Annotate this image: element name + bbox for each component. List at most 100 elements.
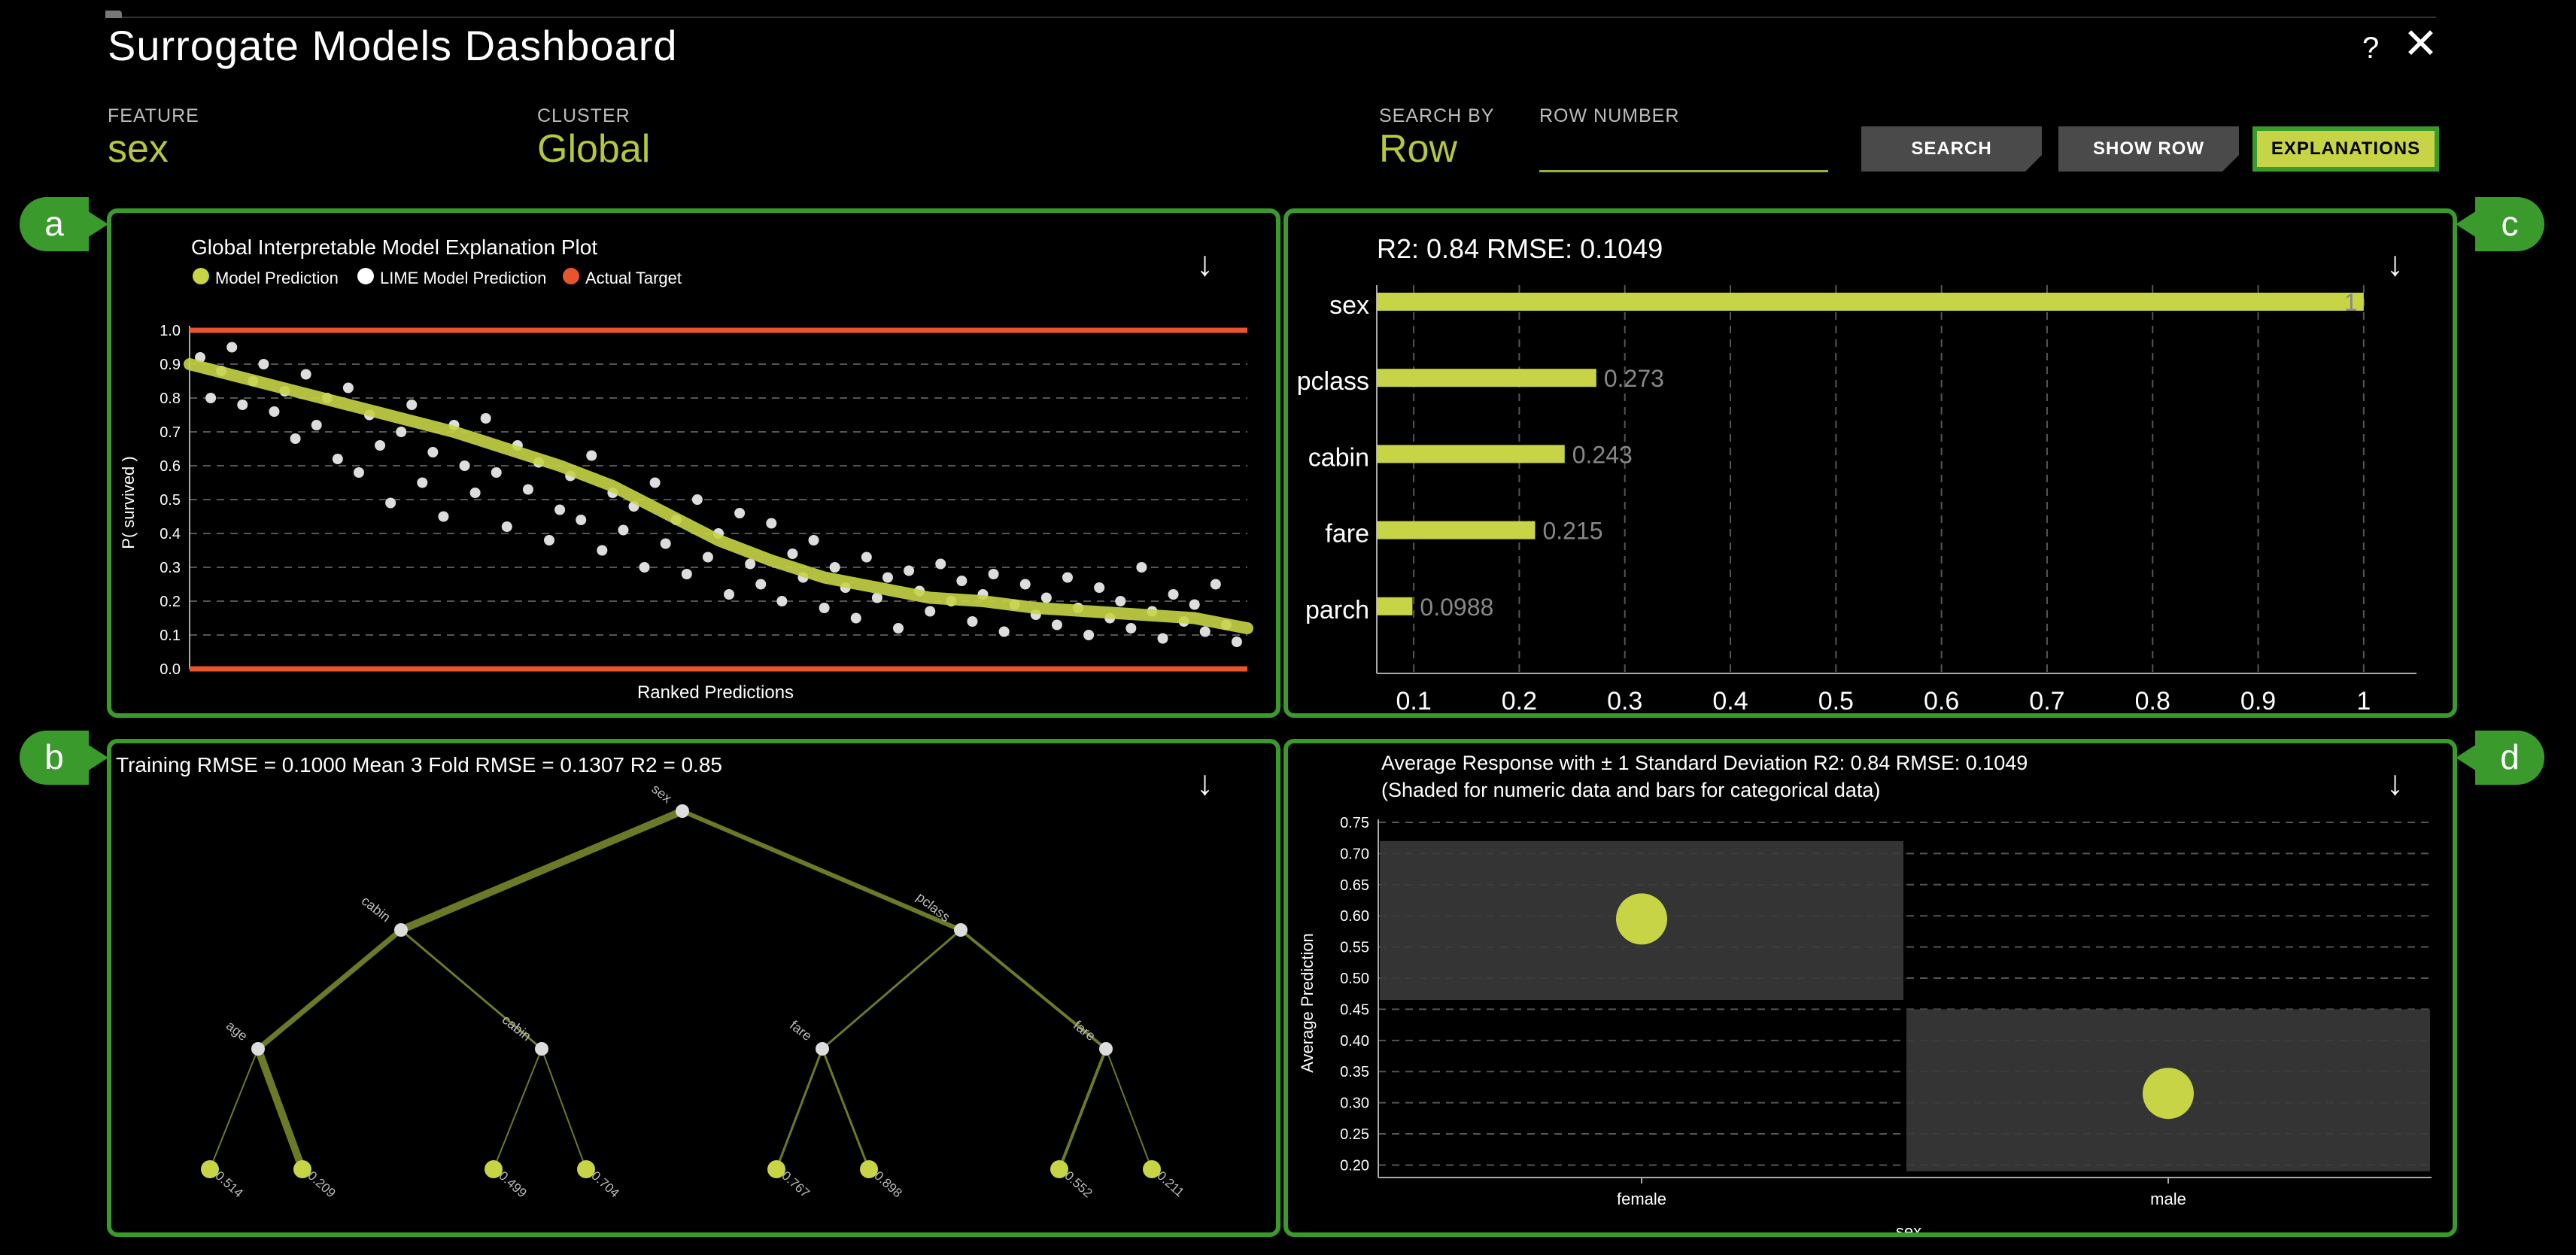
lime-prediction-point [1199,626,1211,637]
lime-prediction-point [1210,579,1221,590]
y-tick-label: 0.50 [1340,971,1369,987]
lime-prediction-point [967,616,978,627]
row-number-input[interactable] [1539,132,1828,172]
lime-prediction-point [1083,630,1095,640]
lime-prediction-point [861,552,872,563]
legend-model-marker [193,268,209,284]
response-chart-d: Average Response with ± 1 Standard Devia… [1298,752,2432,1232]
y-tick-label: 0.25 [1340,1126,1369,1143]
lime-prediction-point [904,565,915,576]
y-tick-label: 0.70 [1340,846,1369,862]
lime-prediction-point [829,562,840,573]
feature-label: FEATURE [108,105,199,126]
lime-prediction-point [766,518,777,529]
panel-d-partial-dependence: Average Response with ± 1 Standard Devia… [1283,739,2457,1237]
search-by-value[interactable]: Row [1379,126,1457,172]
x-tick-label: 0.6 [1924,687,1959,713]
tree-leaf-label: 0.514 [212,1168,245,1201]
importance-bar [1377,597,1413,615]
lime-prediction-point [776,596,788,606]
tree-edge [681,809,962,932]
lime-prediction-point [639,562,650,573]
cluster-value[interactable]: Global [537,126,650,172]
lime-prediction-point [1168,589,1179,600]
legend-target-marker [563,268,579,284]
feature-value[interactable]: sex [108,126,169,172]
lime-prediction-point [353,467,364,478]
lime-prediction-point [396,427,407,437]
x-tick-label: 0.5 [1818,687,1854,713]
scatter-chart-a: Global Interpretable Model Explanation P… [119,236,1253,703]
tree-leaf-label: 0.898 [871,1168,904,1201]
lime-prediction-point [893,623,904,634]
y-tick-label: 0.40 [1340,1033,1369,1050]
tree-leaf-label: 0.209 [305,1168,338,1201]
lime-prediction-point [522,484,533,495]
lime-prediction-point [586,450,597,461]
download-arrow-icon[interactable]: ↓ [1196,243,1214,284]
lime-prediction-point [1231,637,1242,647]
x-tick-label: 1 [2356,687,2371,713]
lime-prediction-point [406,400,418,410]
lime-prediction-point [1019,579,1031,590]
tree-node-label: cabin [359,893,393,925]
x-tick-label: 0.7 [2029,687,2064,713]
importance-bar [1377,445,1565,463]
y-tick-label: 0.65 [1340,877,1369,894]
help-icon[interactable]: ? [2362,32,2379,65]
lime-prediction-point [438,511,449,522]
tree-leaf-label: 0.767 [779,1168,812,1201]
tree-edge [256,928,403,1051]
lime-prediction-point [1051,619,1062,631]
lime-prediction-point [1115,596,1126,606]
download-arrow-icon[interactable]: ↓ [1196,762,1214,803]
lime-prediction-point [649,477,661,488]
bar-category-label: pclass [1297,367,1369,396]
lime-prediction-point [702,552,713,563]
panel-badge-d: d [2456,731,2544,785]
lime-prediction-point [311,420,322,430]
show-row-button[interactable]: SHOW ROW [2058,126,2239,172]
lime-prediction-point [342,382,354,394]
tree-node [251,1042,265,1056]
panel-c-feature-importance: R2: 0.84 RMSE: 0.1049 0.1 0.2 0.3 0.4 0.5 0.6… [1283,208,2457,718]
panel-a-global-explanation: Global Interpretable Model Explanation P… [107,208,1280,718]
x-tick-label: 0.1 [1396,687,1431,713]
download-arrow-icon[interactable]: ↓ [2386,243,2404,284]
bar-value-label: 0.273 [1604,365,1664,392]
tree-node-label: fare [787,1017,815,1044]
explanations-button[interactable]: EXPLANATIONS [2252,126,2439,172]
lime-prediction-point [332,454,343,464]
decision-tree-b: Training RMSE = 0.1000 Mean 3 Fold RMSE … [116,753,1187,1201]
page-title: Surrogate Models Dashboard [108,22,678,69]
tree-leaf-label: 0.704 [588,1168,621,1201]
top-divider [105,17,2436,18]
tree-edge [1105,1048,1153,1170]
row-number-label: ROW NUMBER [1539,105,1680,126]
bar-category-label: parch [1305,596,1369,624]
model-prediction-line [184,358,1253,634]
download-arrow-icon[interactable]: ↓ [2386,762,2404,803]
lime-prediction-point [1094,582,1105,593]
search-button[interactable]: SEARCH [1861,126,2042,172]
lime-prediction-point [850,612,861,624]
x-tick-label: female [1617,1190,1666,1208]
lime-prediction-point [226,342,238,353]
window-corner-mark [105,11,122,18]
lime-prediction-point [882,572,893,583]
close-icon[interactable]: ✕ [2403,23,2438,65]
lime-prediction-point [681,569,692,579]
x-tick-label: 0.2 [1502,687,1537,713]
y-tick-label: 0.4 [159,526,181,542]
lime-prediction-point [1157,633,1168,644]
lime-prediction-point [724,589,735,600]
legend-lime-label: LIME Model Prediction [380,269,546,287]
lime-prediction-point [290,433,301,444]
chart-d-xlabel: sex [1896,1222,1921,1232]
importance-bar [1377,293,2364,311]
bar-value-label: 0.243 [1572,441,1633,468]
tree-node-label: age [223,1018,251,1044]
y-tick-label: 0.1 [159,628,181,644]
lime-prediction-point [755,579,767,590]
tree-leaf-label: 0.552 [1062,1168,1095,1201]
